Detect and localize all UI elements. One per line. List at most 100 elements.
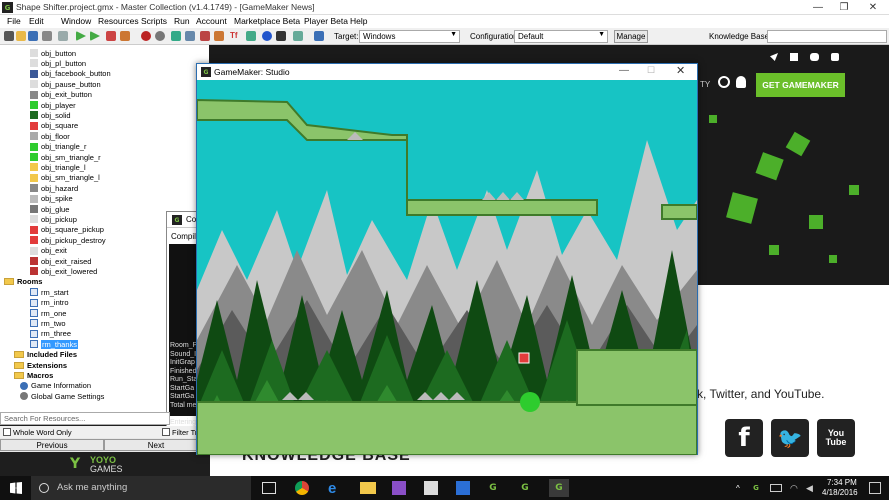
object-icon[interactable] — [262, 31, 272, 41]
visual-studio-icon[interactable] — [392, 481, 406, 495]
menu-account[interactable]: Account — [196, 16, 227, 26]
game-minimize-button[interactable]: — — [619, 65, 629, 76]
menu-help[interactable]: Help — [350, 16, 367, 26]
windows-start-icon[interactable] — [10, 482, 22, 494]
debug-icon[interactable] — [90, 31, 100, 41]
menu-scripts[interactable]: Scripts — [141, 16, 167, 26]
export-icon[interactable] — [42, 31, 52, 41]
store-icon[interactable] — [424, 481, 438, 495]
tree-item-object[interactable]: obj_pickup_destroy — [30, 235, 106, 245]
tree-item-object[interactable]: obj_triangle_l — [30, 162, 86, 172]
new-icon[interactable] — [4, 31, 14, 41]
tree-item-object[interactable]: obj_sm_triangle_r — [30, 152, 101, 162]
tree-item-object[interactable]: obj_glue — [30, 204, 69, 214]
menu-file[interactable]: File — [7, 16, 21, 26]
help-icon[interactable] — [314, 31, 324, 41]
tree-item-object[interactable]: obj_hazard — [30, 183, 78, 193]
youtube-icon[interactable] — [831, 53, 839, 61]
game-canvas[interactable] — [197, 80, 697, 455]
tree-folder-macros[interactable]: Macros — [14, 370, 53, 380]
notifications-icon[interactable] — [869, 482, 881, 494]
font-icon[interactable]: Tf — [230, 31, 240, 41]
tree-item-object[interactable]: obj_square — [30, 121, 78, 131]
nav-fragment[interactable]: TY — [700, 80, 710, 89]
tree-item-object[interactable]: obj_sm_triangle_l — [30, 173, 100, 183]
tree-item-room[interactable]: rm_thanks — [30, 339, 79, 349]
volume-icon[interactable]: ◀ — [806, 483, 816, 493]
script-icon[interactable] — [200, 31, 210, 41]
tree-item-room[interactable]: rm_two — [30, 318, 66, 328]
clock-date[interactable]: 4/18/2016 — [822, 488, 858, 497]
tree-item-object[interactable]: obj_floor — [30, 131, 70, 141]
room-icon[interactable] — [276, 31, 286, 41]
tree-item-object[interactable]: obj_pl_button — [30, 58, 86, 68]
chrome-icon[interactable] — [295, 481, 309, 495]
task-view-icon[interactable] — [262, 482, 276, 494]
tree-item-room[interactable]: rm_one — [30, 308, 66, 318]
save-icon[interactable] — [28, 31, 38, 41]
menu-resources[interactable]: Resources — [98, 16, 139, 26]
twitter-large-icon[interactable]: 🐦 — [771, 419, 809, 457]
taskbar-search[interactable]: Ask me anything — [31, 476, 251, 500]
gamemaker-taskbar-icon-active[interactable]: G — [549, 479, 569, 497]
sprite-icon[interactable] — [141, 31, 151, 41]
maximize-button[interactable]: ❐ — [831, 0, 857, 15]
youtube-large-icon[interactable]: You Tube — [817, 419, 855, 457]
background-icon[interactable] — [171, 31, 181, 41]
tree-folder-extensions[interactable]: Extensions — [14, 360, 67, 370]
tree-item-room[interactable]: rm_start — [30, 287, 69, 297]
tree-item-object[interactable]: obj_facebook_button — [30, 69, 111, 79]
minimize-button[interactable]: — — [805, 0, 831, 15]
menu-window[interactable]: Window — [61, 16, 91, 26]
menu-run[interactable]: Run — [174, 16, 190, 26]
shader-icon[interactable] — [214, 31, 224, 41]
close-button[interactable]: ✕ — [860, 0, 886, 15]
menu-player[interactable]: Player Beta — [304, 16, 348, 26]
tray-gamemaker-icon[interactable]: G — [750, 482, 762, 494]
gamemaker-taskbar-icon[interactable]: G — [486, 481, 500, 495]
manage-button[interactable]: Manage — [614, 30, 648, 43]
get-gamemaker-button[interactable]: GET GAMEMAKER — [756, 73, 845, 97]
tree-item-object[interactable]: obj_exit_lowered — [30, 266, 97, 276]
tree-item-global-settings[interactable]: Global Game Settings — [20, 391, 104, 401]
open-icon[interactable] — [16, 31, 26, 41]
battery-icon[interactable] — [770, 484, 782, 492]
timeline-icon[interactable] — [246, 31, 256, 41]
tree-item-room[interactable]: rm_three — [30, 329, 71, 339]
twitter-icon[interactable] — [810, 53, 819, 61]
up-arrow-icon[interactable]: ^ — [736, 484, 744, 493]
menu-marketplace[interactable]: Marketplace Beta — [234, 16, 300, 26]
kb-input[interactable] — [767, 30, 887, 43]
game-maximize-button[interactable]: ☐ — [647, 65, 655, 76]
tree-item-room[interactable]: rm_intro — [30, 298, 69, 308]
clock-time[interactable]: 7:34 PM — [827, 478, 857, 487]
vs-code-icon[interactable] — [456, 481, 470, 495]
filter-checkbox[interactable] — [162, 428, 170, 436]
facebook-icon[interactable] — [790, 53, 798, 61]
file-explorer-icon[interactable] — [360, 482, 376, 494]
config-select[interactable]: Default ▼ — [514, 30, 608, 43]
tree-item-object[interactable]: obj_exit_raised — [30, 256, 91, 266]
previous-button[interactable]: Previous — [0, 439, 104, 451]
path-icon[interactable] — [185, 31, 195, 41]
search-icon[interactable] — [718, 76, 730, 88]
tree-item-object[interactable]: obj_pickup — [30, 214, 77, 224]
stop-icon[interactable] — [106, 31, 116, 41]
clean-icon[interactable] — [120, 31, 130, 41]
tree-item-object[interactable]: obj_pause_button — [30, 79, 101, 89]
search-input[interactable]: Search For Resources... — [0, 412, 170, 425]
edge-icon[interactable]: e — [328, 480, 342, 497]
target-select[interactable]: Windows ▼ — [359, 30, 460, 43]
tree-item-object[interactable]: obj_exit — [30, 246, 67, 256]
tree-item-object[interactable]: obj_solid — [30, 110, 71, 120]
next-button[interactable]: Next — [104, 439, 208, 451]
tree-item-object[interactable]: obj_spike — [30, 194, 73, 204]
tree-folder-included[interactable]: Included Files — [14, 350, 77, 360]
menu-edit[interactable]: Edit — [29, 16, 44, 26]
user-icon[interactable] — [736, 76, 746, 88]
run-icon[interactable] — [76, 31, 86, 41]
whole-word-checkbox[interactable] — [3, 428, 11, 436]
sound-icon[interactable] — [155, 31, 165, 41]
tree-item-object[interactable]: obj_button — [30, 48, 76, 58]
facebook-large-icon[interactable]: f — [725, 419, 763, 457]
